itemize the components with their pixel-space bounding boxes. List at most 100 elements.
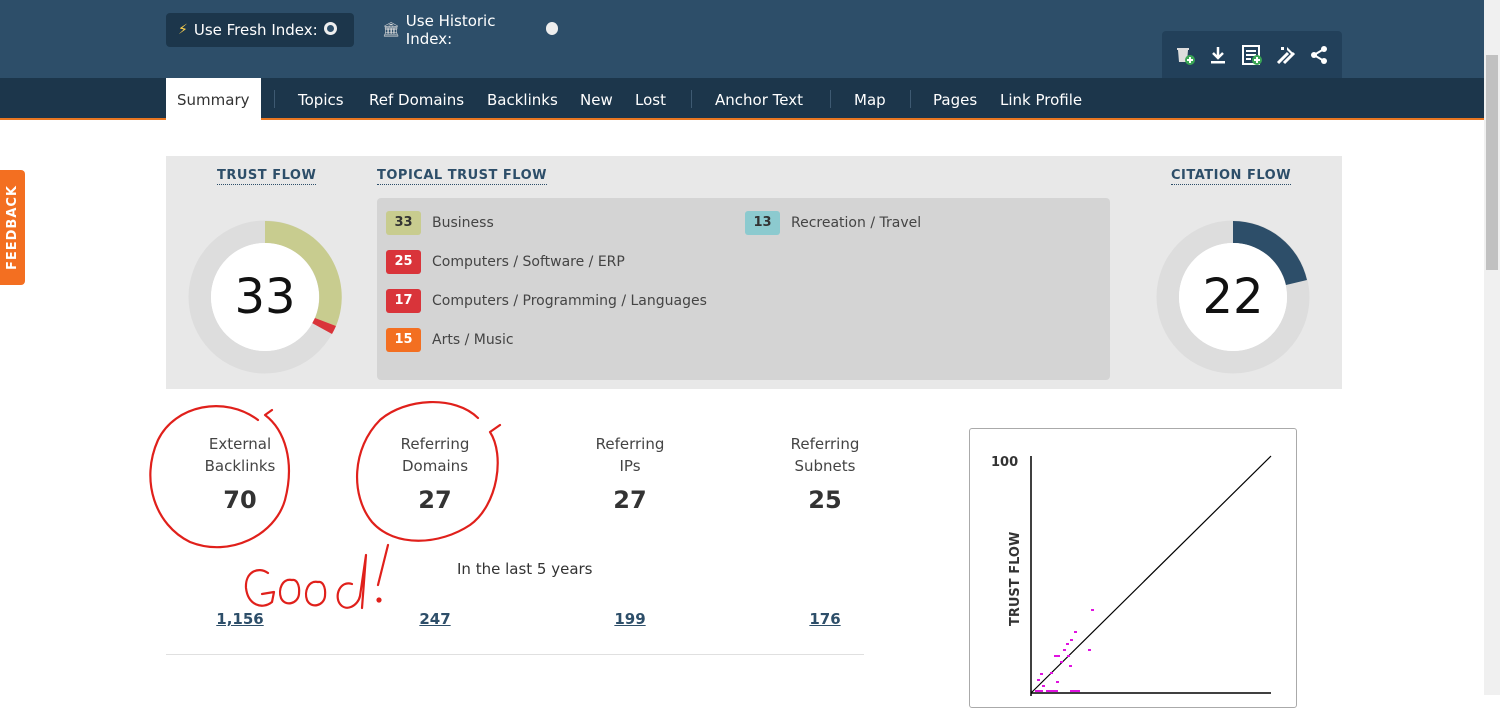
historic-index-radio[interactable]	[545, 21, 558, 35]
topic-score: 13	[745, 211, 780, 235]
historic-ref-subnets-link[interactable]: 176	[745, 610, 905, 628]
scatter-point	[1088, 649, 1091, 651]
fresh-index-toggle[interactable]: ⚡ Use Fresh Index:	[166, 13, 354, 47]
stat-label: Domains	[401, 457, 469, 475]
tab-pages[interactable]: Pages	[933, 78, 977, 118]
tab-backlinks[interactable]: Backlinks	[487, 78, 558, 118]
fresh-index-radio[interactable]	[323, 21, 337, 35]
divider	[166, 654, 864, 655]
tab-lost[interactable]: Lost	[635, 78, 666, 118]
topic-label: Arts / Music	[432, 332, 514, 348]
stat-label: IPs	[619, 457, 641, 475]
scatter-point	[1070, 690, 1080, 692]
flow-scatter-chart[interactable]: 100 TRUST FLOW	[969, 428, 1297, 708]
referring-subnets-stat: Referring Subnets 25	[745, 433, 905, 514]
tab-link-profile[interactable]: Link Profile	[1000, 78, 1082, 118]
tab-ref-domains[interactable]: Ref Domains	[369, 78, 464, 118]
historic-ref-domains-link[interactable]: 247	[355, 610, 515, 628]
stat-value: 70	[223, 486, 257, 514]
diagonal-reference-line	[1030, 455, 1272, 694]
scatter-point	[1037, 679, 1040, 681]
tab-new[interactable]: New	[580, 78, 613, 118]
stat-value: 27	[613, 486, 647, 514]
stat-value: 27	[418, 486, 452, 514]
external-backlinks-stat: External Backlinks 70	[160, 433, 320, 514]
handwriting-d	[336, 553, 368, 610]
stat-label: Referring	[595, 435, 665, 453]
topic-row[interactable]: 15 Arts / Music	[386, 328, 514, 352]
scatter-point	[1035, 690, 1043, 692]
scatter-point	[1070, 639, 1073, 641]
main-nav: Summary Topics Ref Domains Backlinks New…	[0, 78, 1484, 120]
scatter-point	[1069, 665, 1072, 667]
referring-domains-stat: Referring Domains 27	[355, 433, 515, 514]
stat-label: Referring	[790, 435, 860, 453]
scatter-point	[1091, 609, 1094, 611]
feedback-label: FEEDBACK	[5, 184, 20, 271]
feedback-button[interactable]: FEEDBACK	[0, 170, 25, 285]
citation-flow-title[interactable]: CITATION FLOW	[1171, 168, 1292, 185]
historic-index-label: Use Historic Index:	[405, 12, 496, 48]
report-icon[interactable]	[1238, 41, 1266, 69]
toolbar	[1162, 31, 1342, 78]
historic-backlinks-link[interactable]: 1,156	[160, 610, 320, 628]
topic-row[interactable]: 17 Computers / Programming / Languages	[386, 289, 707, 313]
topic-label: Computers / Software / ERP	[432, 254, 625, 270]
tools-icon[interactable]	[1272, 41, 1300, 69]
add-to-bucket-icon[interactable]	[1171, 41, 1199, 69]
share-icon[interactable]	[1305, 41, 1333, 69]
nav-divider	[910, 90, 911, 108]
scatter-point	[1067, 655, 1070, 657]
topic-label: Computers / Programming / Languages	[432, 293, 707, 309]
handwriting-exclamation-dot	[376, 597, 382, 603]
scatter-point	[1050, 672, 1053, 674]
topic-score: 17	[386, 289, 421, 313]
tab-topics[interactable]: Topics	[298, 78, 344, 118]
topical-trust-flow-title[interactable]: TOPICAL TRUST FLOW	[377, 168, 547, 185]
topic-score: 33	[386, 211, 421, 235]
topic-row[interactable]: 25 Computers / Software / ERP	[386, 250, 625, 274]
stat-label: Referring	[400, 435, 470, 453]
nav-divider	[274, 90, 275, 108]
y-axis-title: TRUST FLOW	[1008, 532, 1023, 626]
scatter-point	[1046, 690, 1058, 692]
lightning-icon: ⚡	[178, 22, 188, 38]
scatter-point	[1066, 643, 1069, 645]
nav-divider	[691, 90, 692, 108]
tab-anchor-text[interactable]: Anchor Text	[715, 78, 803, 118]
citation-flow-gauge: 22	[1156, 220, 1310, 374]
historic-ref-ips-link[interactable]: 199	[550, 610, 710, 628]
stat-label: Backlinks	[204, 457, 276, 475]
y-axis-max-label: 100	[991, 455, 1018, 470]
topic-score: 25	[386, 250, 421, 274]
historic-caption: In the last 5 years	[457, 560, 593, 578]
stat-label: External	[208, 435, 272, 453]
page-scrollbar[interactable]	[1484, 0, 1500, 695]
topic-label: Recreation / Travel	[791, 215, 922, 231]
download-icon[interactable]	[1204, 41, 1232, 69]
stat-value: 25	[808, 486, 842, 514]
topic-score: 15	[386, 328, 421, 352]
bank-icon: 🏛	[382, 22, 400, 38]
scatter-point	[1054, 655, 1060, 657]
nav-divider	[830, 90, 831, 108]
stat-label: Subnets	[794, 457, 856, 475]
topic-row[interactable]: 13 Recreation / Travel	[745, 211, 921, 235]
citation-flow-value: 22	[1202, 269, 1264, 325]
trust-flow-value: 33	[234, 269, 296, 325]
tab-summary[interactable]: Summary	[166, 78, 261, 120]
handwriting-o	[278, 578, 301, 605]
tab-map[interactable]: Map	[854, 78, 886, 118]
historic-index-toggle[interactable]: 🏛 Use Historic Index:	[370, 12, 570, 48]
scatter-point	[1063, 649, 1066, 651]
scatter-point	[1040, 673, 1043, 675]
scrollbar-thumb[interactable]	[1486, 55, 1498, 270]
topic-row[interactable]: 33 Business	[386, 211, 494, 235]
handwriting-g	[244, 569, 276, 607]
scatter-point	[1074, 631, 1077, 633]
handwriting-exclamation	[376, 543, 390, 587]
scatter-point	[1060, 661, 1063, 663]
trust-flow-title[interactable]: TRUST FLOW	[217, 168, 317, 185]
scatter-point	[1056, 681, 1059, 683]
trust-flow-gauge: 33	[188, 220, 342, 374]
